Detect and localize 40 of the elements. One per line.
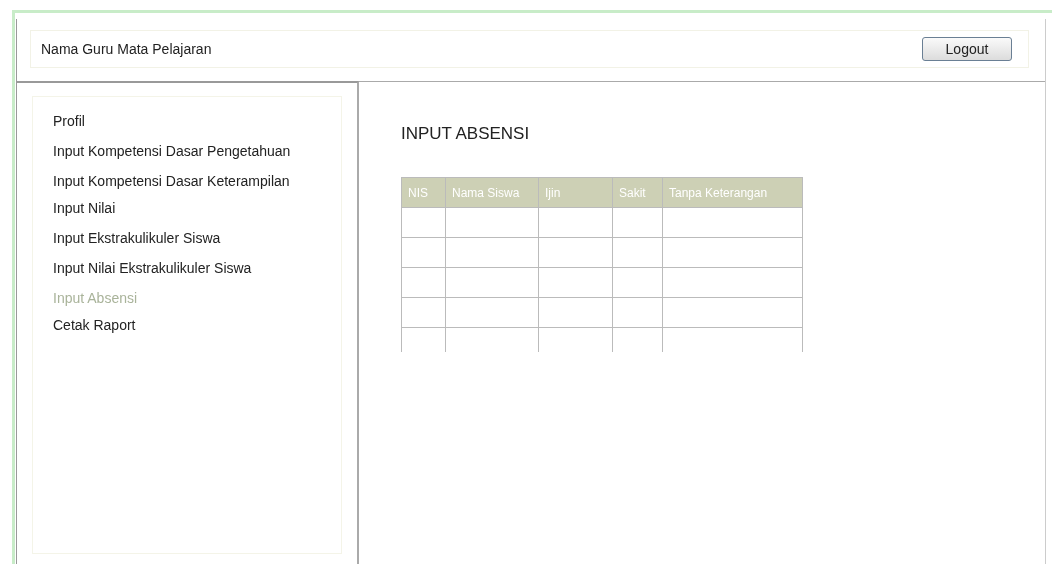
sidebar-item[interactable]: Input Ekstrakulikuler Siswa xyxy=(53,230,221,246)
sidebar-item[interactable]: Input Kompetensi Dasar Pengetahuan xyxy=(53,143,291,159)
sidebar-item[interactable]: Profil xyxy=(53,113,85,129)
table-cell[interactable] xyxy=(446,207,539,237)
table-cell[interactable] xyxy=(613,327,663,352)
table-cell[interactable] xyxy=(539,327,613,352)
table-cell[interactable] xyxy=(446,297,539,327)
table-cell[interactable] xyxy=(539,207,613,237)
logout-button[interactable]: Logout xyxy=(922,37,1012,61)
table-cell[interactable] xyxy=(446,327,539,352)
table-cell[interactable] xyxy=(446,237,539,267)
table-cell[interactable] xyxy=(402,267,446,297)
sidebar-item[interactable]: Input Nilai xyxy=(53,200,116,216)
table-cell[interactable] xyxy=(663,237,803,267)
table-cell[interactable] xyxy=(539,237,613,267)
table-cell[interactable] xyxy=(613,297,663,327)
sidebar-item[interactable]: Input Kompetensi Dasar Keterampilan xyxy=(53,173,290,189)
table-cell[interactable] xyxy=(663,297,803,327)
page-title: INPUT ABSENSI xyxy=(401,124,531,144)
table-cell[interactable] xyxy=(402,297,446,327)
sidebar-item[interactable]: Input Nilai Ekstrakulikuler Siswa xyxy=(53,260,252,276)
table-cell[interactable] xyxy=(613,267,663,297)
teacher-name: Nama Guru Mata Pelajaran xyxy=(41,41,212,57)
table-cell[interactable] xyxy=(402,327,446,352)
table-cell[interactable] xyxy=(663,207,803,237)
column-header: NIS xyxy=(402,177,446,207)
table-cell[interactable] xyxy=(402,237,446,267)
column-header: Ijin xyxy=(539,177,613,207)
table-cell[interactable] xyxy=(539,297,613,327)
table-cell[interactable] xyxy=(613,207,663,237)
column-header: Tanpa Keterangan xyxy=(663,177,803,207)
table-cell[interactable] xyxy=(613,237,663,267)
table-cell[interactable] xyxy=(663,267,803,297)
table-cell[interactable] xyxy=(402,207,446,237)
sidebar-item[interactable]: Cetak Raport xyxy=(53,317,136,333)
column-header: Sakit xyxy=(613,177,663,207)
table-cell[interactable] xyxy=(539,267,613,297)
column-header: Nama Siswa xyxy=(446,177,539,207)
table-cell[interactable] xyxy=(663,327,803,352)
table-cell[interactable] xyxy=(446,267,539,297)
